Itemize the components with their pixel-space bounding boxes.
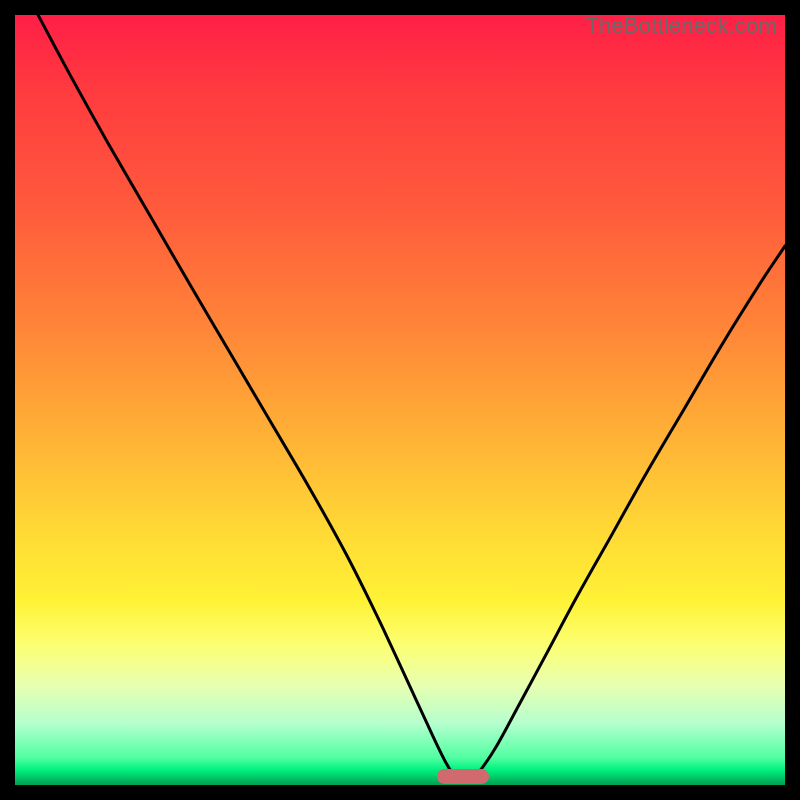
chart-frame: TheBottleneck.com	[0, 0, 800, 800]
bottleneck-curve	[15, 15, 785, 785]
sweet-spot-marker	[437, 769, 489, 784]
plot-area: TheBottleneck.com	[15, 15, 785, 785]
